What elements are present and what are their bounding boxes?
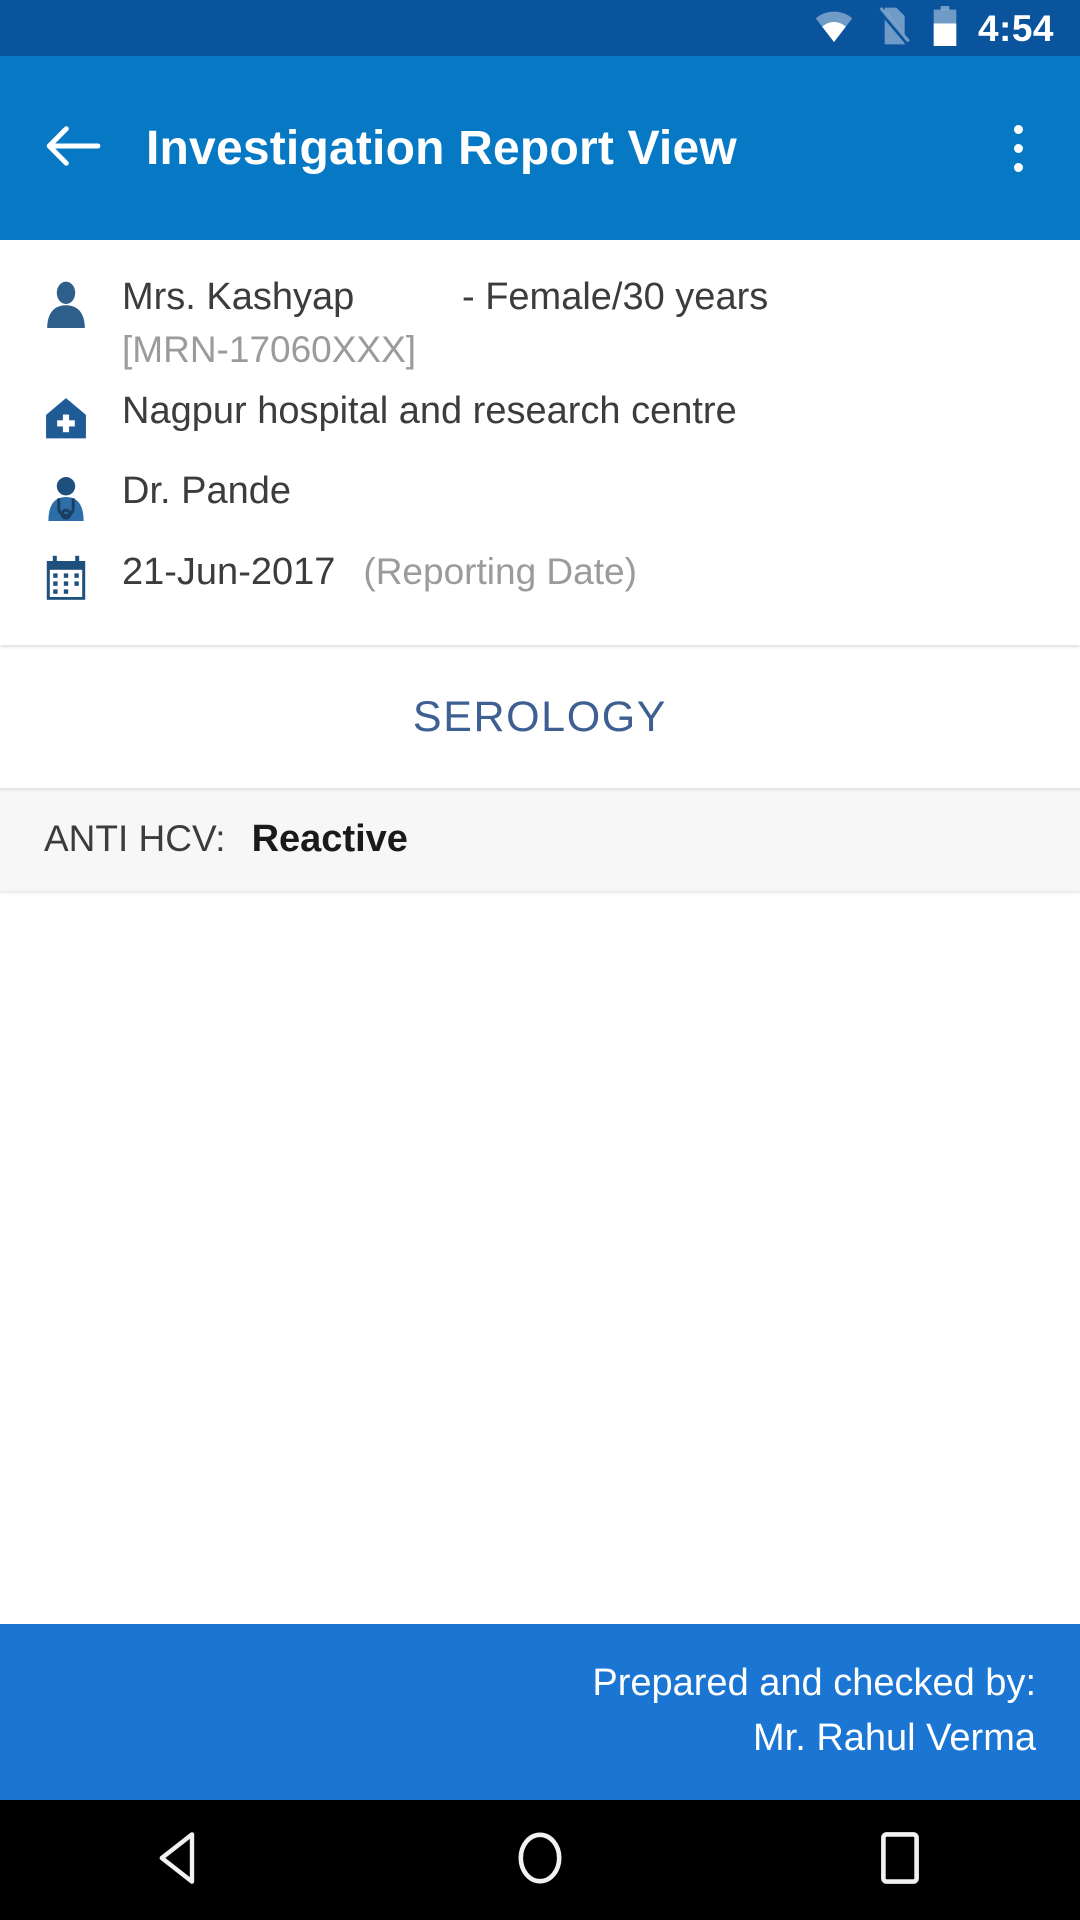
back-button[interactable] — [40, 115, 106, 181]
hospital-block: Nagpur hospital and research centre — [92, 390, 1040, 433]
calendar-icon — [40, 551, 92, 601]
report-date: 21-Jun-2017 — [122, 551, 336, 593]
doctor-row: Dr. Pande — [0, 470, 1080, 531]
report-date-row: 21-Jun-2017 (Reporting Date) — [0, 551, 1080, 611]
overflow-menu-icon — [1013, 124, 1023, 172]
section-card: SEROLOGY — [0, 645, 1080, 788]
nav-back-button[interactable] — [100, 1800, 260, 1920]
section-title-serology: SEROLOGY — [412, 693, 668, 741]
doctor-icon — [40, 471, 92, 523]
app-bar: Investigation Report View — [0, 56, 1080, 240]
patient-name-block: Mrs. Kashyap - Female/30 years [MRN-1706… — [92, 276, 1040, 371]
footer-prepared-by-name: Mr. Rahul Verma — [753, 1716, 1036, 1759]
nav-home-button[interactable] — [460, 1800, 620, 1920]
patient-demographics: - Female/30 years — [462, 276, 769, 318]
content-empty-space — [0, 891, 1080, 1624]
patient-info-card: Mrs. Kashyap - Female/30 years [MRN-1706… — [0, 240, 1080, 645]
hospital-name: Nagpur hospital and research centre — [122, 390, 737, 432]
phone-screen: 4:54 Investigation Report View Mrs. Kash… — [0, 0, 1080, 1920]
report-date-block: 21-Jun-2017 (Reporting Date) — [92, 551, 1040, 594]
footer-prepared-by-label: Prepared and checked by: — [592, 1661, 1036, 1704]
overflow-menu-button[interactable] — [990, 108, 1046, 188]
doctor-block: Dr. Pande — [92, 470, 1040, 513]
result-row: ANTI HCV: Reactive — [0, 788, 1080, 891]
person-icon — [40, 276, 92, 330]
doctor-name: Dr. Pande — [122, 470, 291, 512]
nav-back-icon — [155, 1830, 205, 1891]
hospital-row: Nagpur hospital and research centre — [0, 390, 1080, 451]
nav-recents-icon — [877, 1830, 923, 1891]
report-footer: Prepared and checked by: Mr. Rahul Verma — [0, 1623, 1080, 1800]
nav-recents-button[interactable] — [820, 1800, 980, 1920]
status-bar: 4:54 — [0, 0, 1080, 56]
no-sim-icon — [876, 6, 911, 51]
status-bar-clock: 4:54 — [977, 7, 1054, 49]
result-value: Reactive — [251, 818, 408, 860]
patient-mrn: [MRN-17060XXX] — [122, 329, 417, 370]
result-label: ANTI HCV: — [44, 818, 226, 859]
wifi-icon — [814, 10, 854, 47]
patient-name: Mrs. Kashyap — [122, 276, 355, 318]
back-arrow-icon — [44, 123, 102, 174]
report-date-note: (Reporting Date) — [363, 551, 637, 592]
battery-icon — [932, 5, 958, 51]
nav-home-icon — [514, 1829, 566, 1892]
report-content: Mrs. Kashyap - Female/30 years [MRN-1706… — [0, 240, 1080, 1800]
patient-name-row: Mrs. Kashyap - Female/30 years [MRN-1706… — [0, 276, 1080, 371]
hospital-icon — [40, 391, 92, 441]
status-icon-group — [814, 5, 958, 51]
page-title: Investigation Report View — [146, 121, 737, 175]
android-navigation-bar — [0, 1800, 1080, 1920]
